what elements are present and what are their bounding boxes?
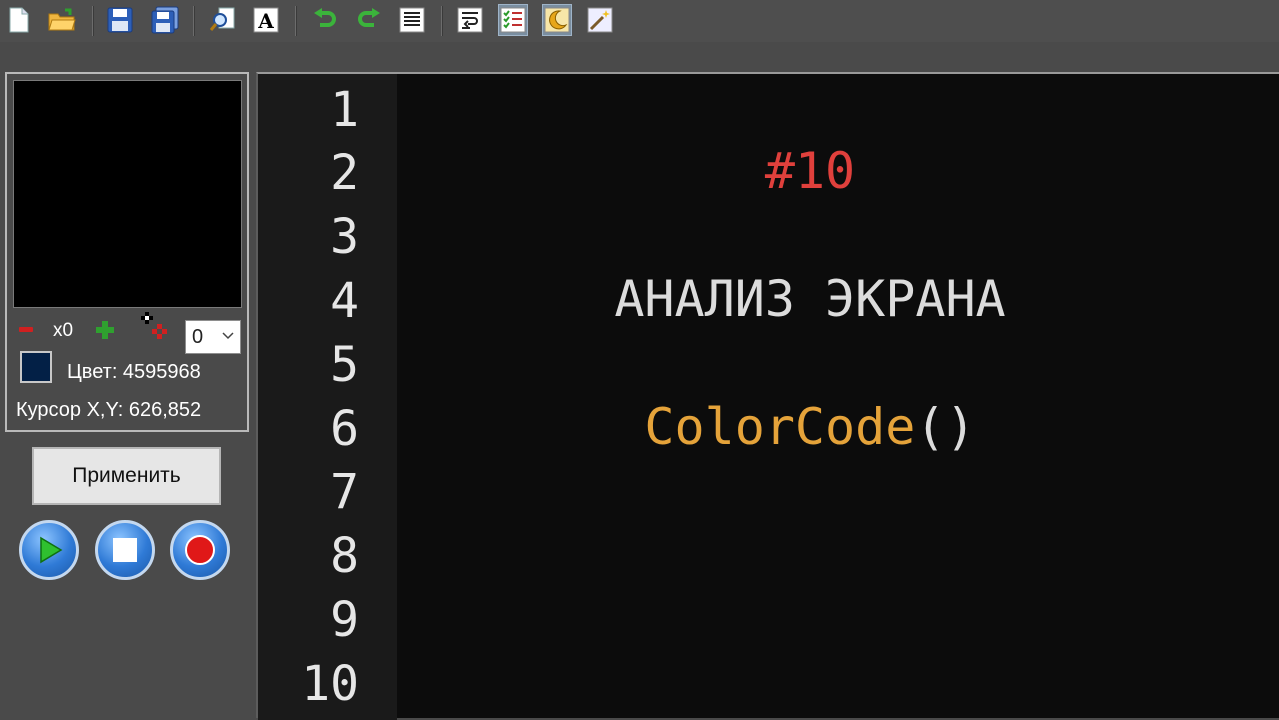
undo-icon[interactable] xyxy=(310,4,340,36)
preview-box: x0 0 Цвет: 4595968 Курсор X,Y: 626,852 xyxy=(5,72,249,432)
line-number: 4 xyxy=(330,273,359,329)
find-icon[interactable] xyxy=(208,4,238,36)
code-line-function: ColorCode() xyxy=(397,397,1223,457)
zoom-select[interactable]: 0 xyxy=(185,320,241,354)
left-panel: x0 0 Цвет: 4595968 Курсор X,Y: 626,852 П… xyxy=(0,72,256,718)
function-parens: () xyxy=(915,398,976,456)
record-icon xyxy=(185,535,215,565)
stop-button[interactable] xyxy=(95,520,155,580)
play-icon xyxy=(40,536,63,564)
new-file-icon[interactable] xyxy=(4,4,34,36)
checklist-icon[interactable] xyxy=(498,4,528,36)
color-value: Цвет: 4595968 xyxy=(67,361,201,383)
code-line-heading: #10 xyxy=(764,142,856,200)
line-number: 8 xyxy=(330,528,359,584)
word-wrap-icon[interactable] xyxy=(455,4,485,36)
align-text-icon[interactable] xyxy=(397,4,427,36)
line-number: 7 xyxy=(330,464,359,520)
pixel-picker-icon[interactable] xyxy=(139,310,173,344)
record-button[interactable] xyxy=(170,520,230,580)
function-name: ColorCode xyxy=(644,398,916,456)
font-icon[interactable]: A xyxy=(251,4,281,36)
save-all-icon[interactable] xyxy=(150,4,180,36)
code-line-title: АНАЛИЗ ЭКРАНА xyxy=(614,270,1006,328)
save-icon[interactable] xyxy=(105,4,135,36)
cursor-position: Курсор X,Y: 626,852 xyxy=(16,399,202,421)
zoom-out-icon[interactable] xyxy=(19,327,33,332)
color-swatch xyxy=(20,351,52,383)
zoom-in-icon[interactable] xyxy=(95,320,115,340)
screen-preview xyxy=(13,80,242,308)
code-editor[interactable]: 1 2 3 4 5 6 7 8 9 10 #10 АНАЛИЗ ЭКРАНА C… xyxy=(256,72,1279,720)
apply-button[interactable]: Применить xyxy=(32,447,221,505)
line-number: 10 xyxy=(301,656,359,712)
redo-icon[interactable] xyxy=(354,4,384,36)
line-number: 5 xyxy=(330,337,359,393)
zoom-row: x0 0 xyxy=(7,312,247,354)
line-number: 3 xyxy=(330,209,359,265)
line-number: 9 xyxy=(330,592,359,648)
line-number: 2 xyxy=(330,145,359,201)
toolbar-gap xyxy=(0,42,1279,72)
stop-icon xyxy=(113,538,137,562)
chevron-down-icon xyxy=(222,332,234,340)
line-number: 6 xyxy=(330,401,359,457)
open-folder-icon[interactable] xyxy=(47,4,77,36)
code-area[interactable]: #10 АНАЛИЗ ЭКРАНА ColorCode() xyxy=(397,74,1279,720)
play-button[interactable] xyxy=(19,520,79,580)
line-number-gutter: 1 2 3 4 5 6 7 8 9 10 xyxy=(258,74,397,720)
svg-text:A: A xyxy=(257,9,274,33)
toolbar: A xyxy=(0,0,1279,42)
magic-wand-icon[interactable] xyxy=(585,4,615,36)
line-number: 1 xyxy=(330,82,359,138)
night-mode-icon[interactable] xyxy=(542,4,572,36)
zoom-select-value: 0 xyxy=(192,325,204,348)
zoom-label: x0 xyxy=(53,320,74,341)
